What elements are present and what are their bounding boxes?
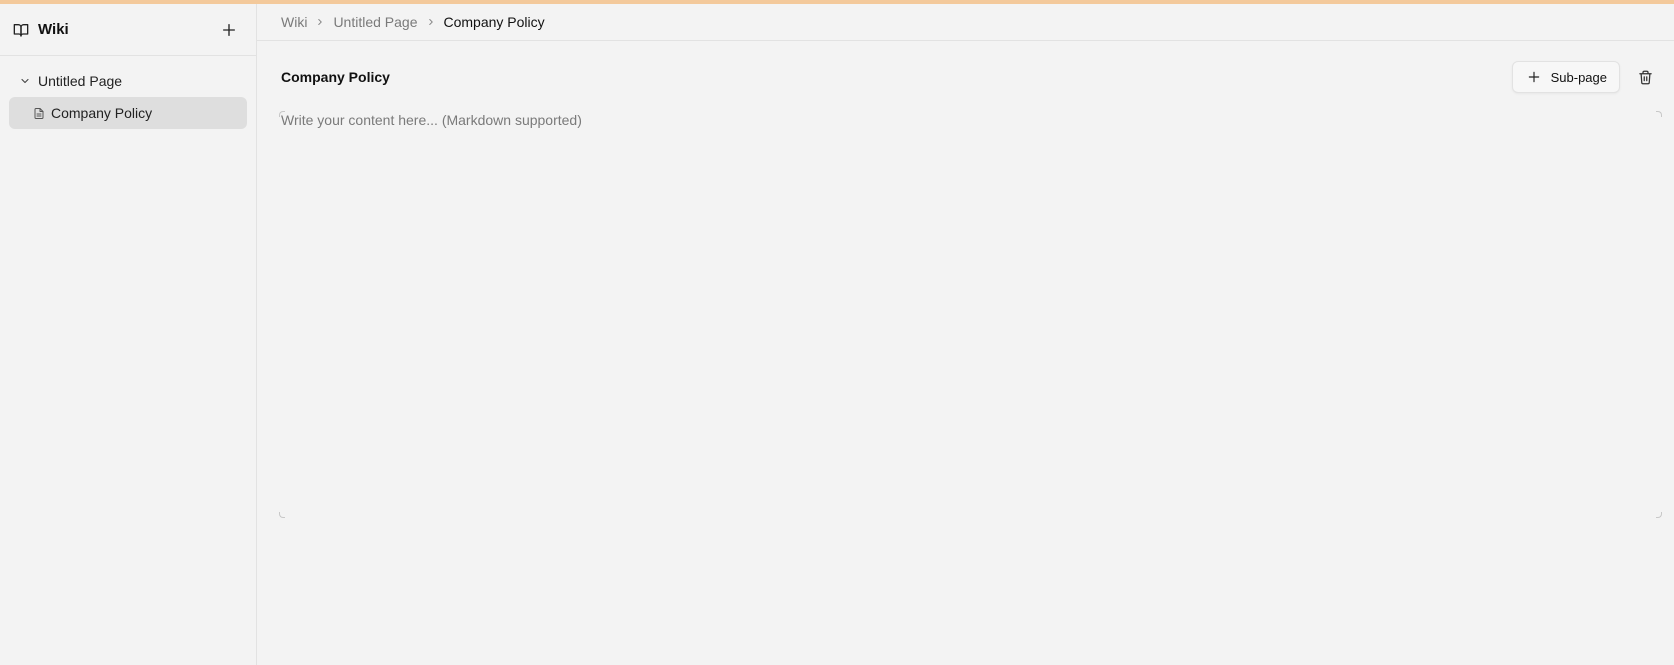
page-title: Company Policy bbox=[281, 69, 390, 85]
page-header: Company Policy Sub-page bbox=[281, 61, 1660, 93]
plus-icon bbox=[223, 23, 235, 36]
editor-resize-corner bbox=[279, 512, 285, 518]
breadcrumb: Wiki Untitled Page Company Policy bbox=[257, 4, 1674, 41]
document-icon bbox=[33, 107, 45, 120]
chevron-right-icon bbox=[424, 15, 438, 29]
sidebar-title: Wiki bbox=[38, 21, 69, 38]
breadcrumb-wiki[interactable]: Wiki bbox=[281, 14, 307, 30]
trash-icon bbox=[1638, 70, 1652, 84]
main-panel: Wiki Untitled Page Company Policy Compan… bbox=[257, 4, 1674, 665]
tree-item-label: Company Policy bbox=[51, 105, 153, 121]
editor-resize-corner bbox=[1656, 111, 1662, 117]
add-subpage-label: Sub-page bbox=[1550, 69, 1607, 85]
plus-icon bbox=[1527, 70, 1541, 84]
breadcrumb-current: Company Policy bbox=[443, 14, 545, 30]
book-icon bbox=[13, 22, 29, 38]
add-subpage-button[interactable]: Sub-page bbox=[1511, 61, 1620, 93]
page-tree: Untitled Page Company Policy bbox=[0, 56, 256, 129]
chevron-down-icon[interactable] bbox=[19, 75, 31, 87]
sidebar-header: Wiki bbox=[0, 4, 256, 56]
add-page-button[interactable] bbox=[218, 19, 240, 41]
editor-resize-corner bbox=[279, 111, 285, 117]
delete-page-button[interactable] bbox=[1630, 62, 1660, 92]
breadcrumb-untitled-page[interactable]: Untitled Page bbox=[333, 14, 417, 30]
sidebar: Wiki Untitled Page Company Policy bbox=[0, 4, 257, 665]
chevron-right-icon bbox=[313, 15, 327, 29]
tree-item-label: Untitled Page bbox=[38, 73, 123, 89]
wiki-app: Wiki Untitled Page Company Policy Wiki U… bbox=[0, 4, 1674, 665]
tree-item-company-policy[interactable]: Company Policy bbox=[9, 97, 247, 129]
tree-item-untitled-page[interactable]: Untitled Page bbox=[9, 65, 247, 97]
content-editor[interactable] bbox=[281, 111, 1659, 489]
